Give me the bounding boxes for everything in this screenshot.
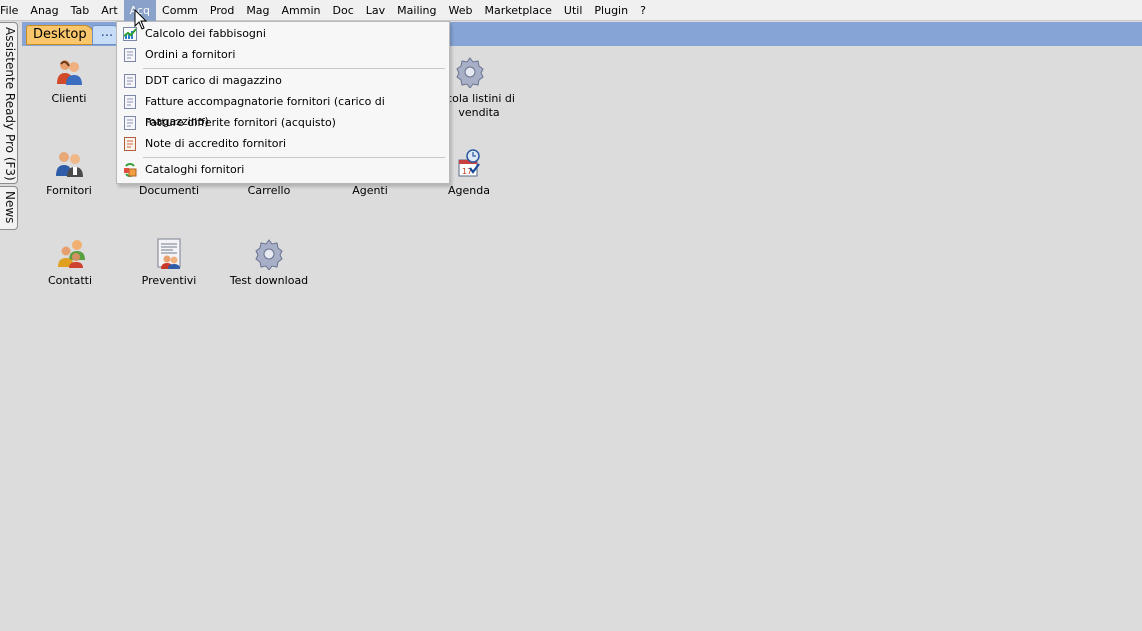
tab-desktop[interactable]: Desktop bbox=[26, 25, 94, 45]
menu-util[interactable]: Util bbox=[558, 0, 588, 21]
menu-separator bbox=[143, 157, 445, 158]
desktop-icon-label: Documenti bbox=[138, 184, 200, 197]
customers-icon bbox=[53, 56, 85, 88]
desktop-icon-fornitori[interactable]: Fornitori bbox=[19, 148, 119, 198]
desktop-icon-label: Test download bbox=[229, 274, 309, 287]
desktop-icon-label: Agenda bbox=[448, 184, 490, 197]
desktop-icon-label: Carrello bbox=[247, 184, 291, 197]
desktop-icon-clienti[interactable]: Clienti bbox=[19, 56, 119, 106]
menu-item-label: DDT carico di magazzino bbox=[145, 74, 282, 87]
credit-note-icon bbox=[123, 137, 137, 151]
menu-tab[interactable]: Tab bbox=[65, 0, 96, 21]
document-icon bbox=[123, 95, 137, 109]
menu-item-cataloghi-fornitori[interactable]: Cataloghi fornitori bbox=[117, 160, 449, 180]
acq-dropdown-menu: Calcolo dei fabbisogni Ordini a fornitor… bbox=[116, 21, 450, 184]
menu-doc[interactable]: Doc bbox=[327, 0, 360, 21]
gear-icon bbox=[253, 238, 285, 271]
desktop-icon-label: Fornitori bbox=[46, 184, 92, 197]
menu-item-note-accredito[interactable]: Note di accredito fornitori bbox=[117, 134, 449, 154]
menu-mailing[interactable]: Mailing bbox=[391, 0, 442, 21]
desktop-icon-label: Clienti bbox=[51, 92, 87, 105]
suppliers-icon bbox=[53, 148, 85, 180]
quotes-icon bbox=[153, 238, 185, 270]
menu-art[interactable]: Art bbox=[95, 0, 123, 21]
desktop-icon-test-download[interactable]: Test download bbox=[219, 238, 319, 288]
menu-item-calcolo-fabbisogni[interactable]: Calcolo dei fabbisogni bbox=[117, 24, 449, 44]
desktop-icon-label: Contatti bbox=[47, 274, 93, 287]
menu-marketplace[interactable]: Marketplace bbox=[479, 0, 558, 21]
menu-item-fatture-differite[interactable]: Fatture differite fornitori (acquisto) bbox=[117, 113, 449, 133]
menu-help[interactable]: ? bbox=[634, 0, 652, 21]
desktop-icon-preventivi[interactable]: Preventivi bbox=[119, 238, 219, 288]
menu-item-ddt-carico[interactable]: DDT carico di magazzino bbox=[117, 71, 449, 91]
mouse-cursor-icon bbox=[134, 8, 148, 31]
menu-anag[interactable]: Anag bbox=[24, 0, 64, 21]
menu-item-fatture-accompagnatorie[interactable]: Fatture accompagnatorie fornitori (caric… bbox=[117, 92, 449, 128]
menu-lav[interactable]: Lav bbox=[360, 0, 391, 21]
desktop-icon-contatti[interactable]: Contatti bbox=[20, 238, 120, 288]
contacts-icon bbox=[54, 238, 86, 270]
menu-separator bbox=[143, 68, 445, 69]
side-tab-assistant-label: Assistente Ready Pro (F3) bbox=[3, 27, 17, 181]
menu-item-label: Calcolo dei fabbisogni bbox=[145, 27, 266, 40]
menu-web[interactable]: Web bbox=[443, 0, 479, 21]
menu-plugin[interactable]: Plugin bbox=[588, 0, 634, 21]
desktop-icon-label: Agenti bbox=[352, 184, 388, 197]
document-icon bbox=[123, 116, 137, 130]
side-tab-assistant[interactable]: Assistente Ready Pro (F3) bbox=[0, 22, 18, 184]
menu-item-ordini-fornitori[interactable]: Ordini a fornitori bbox=[117, 45, 449, 65]
agenda-icon: 17 bbox=[453, 148, 485, 180]
side-tab-news-label: News bbox=[3, 191, 17, 224]
menu-bar: File Anag Tab Art Acq Comm Prod Mag Ammi… bbox=[0, 0, 1142, 21]
document-icon bbox=[123, 74, 137, 88]
menu-mag[interactable]: Mag bbox=[240, 0, 275, 21]
menu-prod[interactable]: Prod bbox=[204, 0, 240, 21]
menu-file[interactable]: File bbox=[0, 0, 24, 21]
menu-item-label: Note di accredito fornitori bbox=[145, 137, 287, 150]
menu-ammin[interactable]: Ammin bbox=[276, 0, 327, 21]
gear-icon bbox=[454, 56, 486, 89]
menu-item-label: Ordini a fornitori bbox=[145, 48, 236, 61]
menu-comm[interactable]: Comm bbox=[156, 0, 204, 21]
desktop-icon-label: Preventivi bbox=[141, 274, 197, 287]
menu-item-label: Cataloghi fornitori bbox=[145, 163, 245, 176]
document-icon bbox=[123, 48, 137, 62]
menu-item-label: Fatture differite fornitori (acquisto) bbox=[145, 116, 336, 129]
catalog-icon bbox=[123, 163, 137, 177]
side-tab-news[interactable]: News bbox=[0, 186, 18, 230]
